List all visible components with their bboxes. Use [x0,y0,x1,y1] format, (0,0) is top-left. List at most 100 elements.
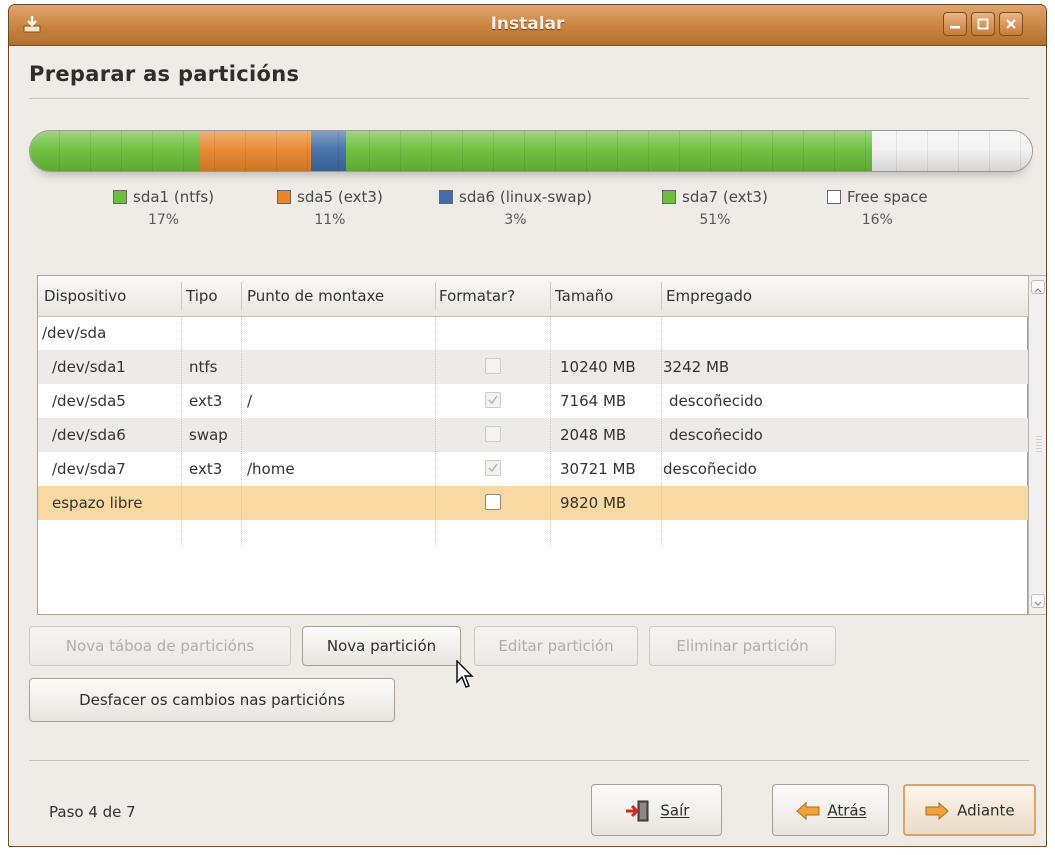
legend-swatch [113,190,127,204]
close-button[interactable] [999,12,1023,36]
legend-item: sda1 (ntfs) 17% [113,188,214,228]
chevron-up-icon [1034,288,1042,293]
minimize-button[interactable] [943,12,967,36]
edit-partition-button[interactable]: Editar partición [474,626,638,666]
type-cell: swap [189,426,228,444]
partition-bar-segment [310,131,346,171]
legend-item: Free space 16% [827,188,928,228]
legend-label: sda7 (ext3) [682,188,768,206]
used-cell: descoñecido [663,460,757,478]
partition-table[interactable]: Dispositivo Tipo Punto de montaxe Format… [37,275,1033,615]
table-row-selected[interactable]: espazo libre 9820 MB [38,486,1033,520]
table-row[interactable]: /dev/sda [38,316,1033,350]
column-header-mount[interactable]: Punto de montaxe [247,287,384,305]
type-cell: ntfs [189,358,218,376]
chevron-down-icon [1034,601,1042,606]
device-cell: /dev/sda [42,324,107,342]
legend-percent: 51% [699,212,731,228]
column-divider [181,316,182,546]
size-cell: 10240 MB [560,358,636,376]
table-row[interactable]: /dev/sda1 ntfs 10240 MB 3242 MB [38,350,1033,384]
mount-cell: / [247,392,253,410]
step-indicator: Paso 4 de 7 [49,803,136,821]
scroll-up-button[interactable] [1031,280,1045,294]
device-cell: /dev/sda6 [52,426,126,444]
minimize-icon [950,26,960,29]
column-separator [661,282,662,310]
table-row[interactable]: /dev/sda6 swap 2048 MB descoñecido [38,418,1033,452]
legend-swatch [662,190,676,204]
format-checkbox[interactable] [485,426,501,442]
partition-bar-segment [871,131,1032,171]
title-bar[interactable]: Instalar [9,5,1046,46]
legend-label: sda1 (ntfs) [133,188,215,206]
maximize-icon [977,18,989,30]
new-partition-table-button[interactable]: Nova táboa de particións [29,626,291,666]
column-header-type[interactable]: Tipo [186,287,218,305]
mouse-pointer-icon [456,660,474,688]
table-row[interactable]: /dev/sda5 ext3 / 7164 MB descoñecido [38,384,1033,418]
scrollbar-grip[interactable] [1036,436,1042,452]
column-separator [181,282,182,310]
column-divider [550,316,551,546]
used-cell: descoñecido [669,392,763,410]
column-header-format[interactable]: Formatar? [439,287,515,305]
column-header-device[interactable]: Dispositivo [44,287,126,305]
checkmark-icon [488,463,498,473]
device-cell: /dev/sda1 [52,358,126,376]
scroll-down-button[interactable] [1031,594,1045,608]
legend-item: sda6 (linux-swap) 3% [439,188,592,228]
format-checkbox[interactable] [485,358,501,374]
undo-partition-changes-button[interactable]: Desfacer os cambios nas particións [29,678,395,722]
used-cell: descoñecido [669,426,763,444]
maximize-button[interactable] [971,12,995,36]
column-separator [241,282,242,310]
column-separator [435,282,436,310]
column-divider [435,316,436,546]
used-cell: 3242 MB [663,358,730,376]
type-cell: ext3 [189,460,223,478]
arrow-left-icon [795,801,820,820]
forward-button[interactable]: Adiante [903,784,1036,836]
table-header: Dispositivo Tipo Punto de montaxe Format… [38,276,1033,317]
size-cell: 9820 MB [560,494,627,512]
back-label: Atrás [827,801,867,820]
new-partition-button[interactable]: Nova partición [302,626,461,666]
column-header-used[interactable]: Empregado [666,287,752,305]
quit-button[interactable]: Saír [591,784,722,836]
delete-partition-button[interactable]: Eliminar partición [649,626,836,666]
type-cell: ext3 [189,392,223,410]
legend-percent: 11% [314,212,346,228]
column-header-size[interactable]: Tamaño [555,287,613,305]
arrow-right-icon [925,801,950,820]
window-title: Instalar [490,14,565,34]
table-row[interactable]: /dev/sda7 ext3 /home 30721 MB descoñecid… [38,452,1033,486]
table-scrollbar[interactable] [1028,275,1046,615]
legend-swatch [277,190,291,204]
legend-percent: 16% [861,212,893,228]
size-cell: 2048 MB [560,426,627,444]
legend-item: sda5 (ext3) 11% [277,188,383,228]
partition-usage-bar [29,130,1033,172]
legend-percent: 3% [504,212,527,228]
legend-label: sda5 (ext3) [297,188,383,206]
size-cell: 7164 MB [560,392,627,410]
column-divider [661,316,662,546]
partition-bar-segment [30,131,201,171]
size-cell: 30721 MB [560,460,636,478]
format-checkbox[interactable] [485,460,501,476]
format-checkbox[interactable] [485,392,501,408]
legend-swatch [439,190,453,204]
page-title: Preparar as particións [29,62,300,86]
column-separator [550,282,551,310]
back-button[interactable]: Atrás [772,784,889,836]
close-icon [1006,19,1016,29]
legend-label: Free space [847,188,928,206]
partition-bar-segment [345,131,872,171]
format-checkbox[interactable] [485,494,501,510]
legend-percent: 17% [147,212,180,228]
forward-label: Adiante [957,801,1015,820]
legend-swatch [827,190,841,204]
quit-icon [625,800,649,821]
footer-divider [29,760,1029,761]
